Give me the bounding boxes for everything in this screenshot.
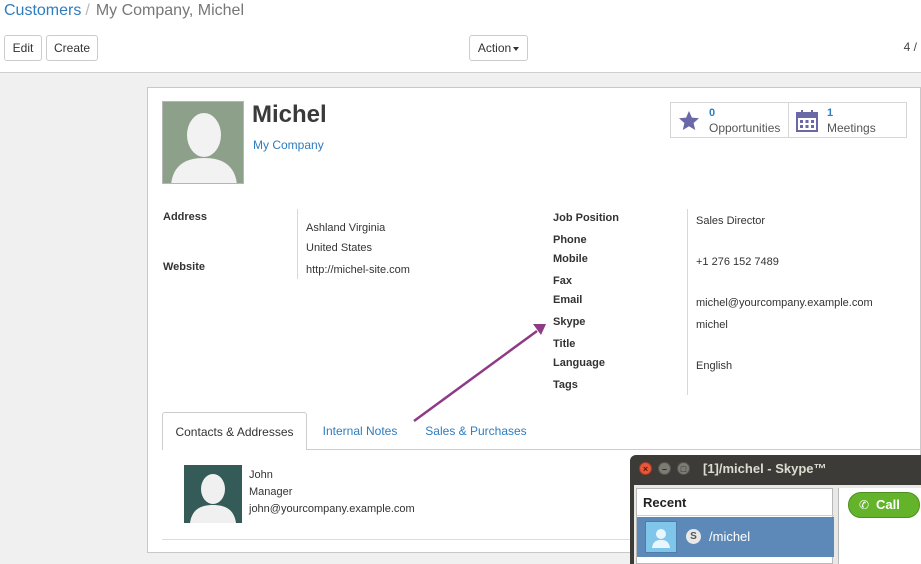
- contact-function: Manager: [249, 486, 293, 498]
- contact-email: john@yourcompany.example.com: [249, 503, 415, 515]
- recent-item-name: /michel: [709, 529, 751, 544]
- breadcrumb-separator: /: [85, 2, 90, 19]
- skype-body: Recent S /michel ✆ Call: [634, 485, 921, 564]
- control-panel: Customers / My Company, Michel Edit Create…: [0, 0, 921, 73]
- phone-icon: ✆: [859, 498, 870, 512]
- skype-window-title: [1]/michel - Skype™: [703, 461, 827, 476]
- fax-label: Fax: [553, 275, 572, 287]
- field-divider: [687, 209, 688, 395]
- address-line2: United States: [306, 242, 373, 254]
- opportunities-button[interactable]: 0 Opportunities: [670, 102, 789, 138]
- person-silhouette-icon: [190, 474, 236, 523]
- phone-label: Phone: [553, 234, 587, 246]
- job-position-value: Sales Director: [696, 215, 766, 227]
- edit-button[interactable]: Edit: [4, 35, 42, 61]
- partner-avatar[interactable]: [162, 101, 244, 184]
- mobile-label: Mobile: [553, 253, 588, 265]
- website-link[interactable]: http://michel-site.com: [306, 264, 410, 276]
- minimize-icon[interactable]: –: [658, 462, 671, 475]
- caret-down-icon: [513, 46, 520, 51]
- field-divider: [297, 209, 298, 279]
- action-label: Action: [477, 41, 512, 55]
- email-label: Email: [553, 294, 583, 306]
- call-button[interactable]: ✆ Call: [848, 492, 920, 518]
- recent-item[interactable]: S /michel: [637, 517, 834, 557]
- skype-label: Skype: [553, 316, 586, 328]
- meetings-count: 1: [827, 107, 834, 119]
- opportunities-label: Opportunities: [709, 121, 781, 135]
- pager-value[interactable]: 4 /: [904, 40, 917, 54]
- contact-avatar-icon: [645, 521, 677, 553]
- breadcrumb: Customers / My Company, Michel: [4, 1, 244, 21]
- company-link[interactable]: My Company: [253, 138, 324, 152]
- skype-window: × – □ [1]/michel - Skype™ Recent S /mich…: [630, 455, 921, 564]
- close-icon[interactable]: ×: [639, 462, 652, 475]
- tags-label: Tags: [553, 379, 578, 391]
- opportunities-count: 0: [709, 107, 716, 119]
- person-silhouette-icon: [171, 113, 237, 183]
- skype-status-icon: S: [686, 529, 701, 544]
- recent-header: Recent: [643, 495, 687, 510]
- language-label: Language: [553, 357, 605, 369]
- tab-contacts-addresses[interactable]: Contacts & Addresses: [162, 412, 307, 450]
- email-link[interactable]: michel@yourcompany.example.com: [696, 297, 873, 309]
- maximize-icon[interactable]: □: [677, 462, 690, 475]
- address-line1: Ashland Virginia: [306, 222, 386, 234]
- breadcrumb-current: My Company, Michel: [95, 2, 244, 19]
- action-dropdown-button[interactable]: Action: [469, 35, 528, 61]
- calendar-icon: [796, 110, 818, 132]
- meetings-label: Meetings: [827, 121, 876, 135]
- call-label: Call: [876, 497, 900, 512]
- address-label: Address: [163, 211, 208, 223]
- create-button[interactable]: Create: [46, 35, 98, 61]
- skype-link[interactable]: michel: [696, 319, 728, 331]
- breadcrumb-customers-link[interactable]: Customers: [4, 2, 81, 19]
- job-position-label: Job Position: [553, 212, 619, 224]
- language-value: English: [696, 360, 733, 372]
- tab-internal-notes[interactable]: Internal Notes: [316, 412, 404, 450]
- website-label: Website: [163, 261, 205, 273]
- contact-avatar[interactable]: [184, 465, 242, 523]
- tab-sales-purchases[interactable]: Sales & Purchases: [420, 412, 532, 450]
- recent-panel: Recent S /michel: [636, 488, 834, 564]
- star-icon: [679, 111, 699, 130]
- meetings-button[interactable]: 1 Meetings: [788, 102, 907, 138]
- recent-divider: [637, 515, 834, 516]
- call-panel: ✆ Call: [838, 488, 921, 564]
- title-label: Title: [553, 338, 576, 350]
- person-icon: [652, 529, 670, 548]
- mobile-value: +1 276 152 7489: [696, 256, 779, 268]
- contact-name[interactable]: John: [249, 469, 273, 481]
- partner-name: Michel: [252, 101, 327, 128]
